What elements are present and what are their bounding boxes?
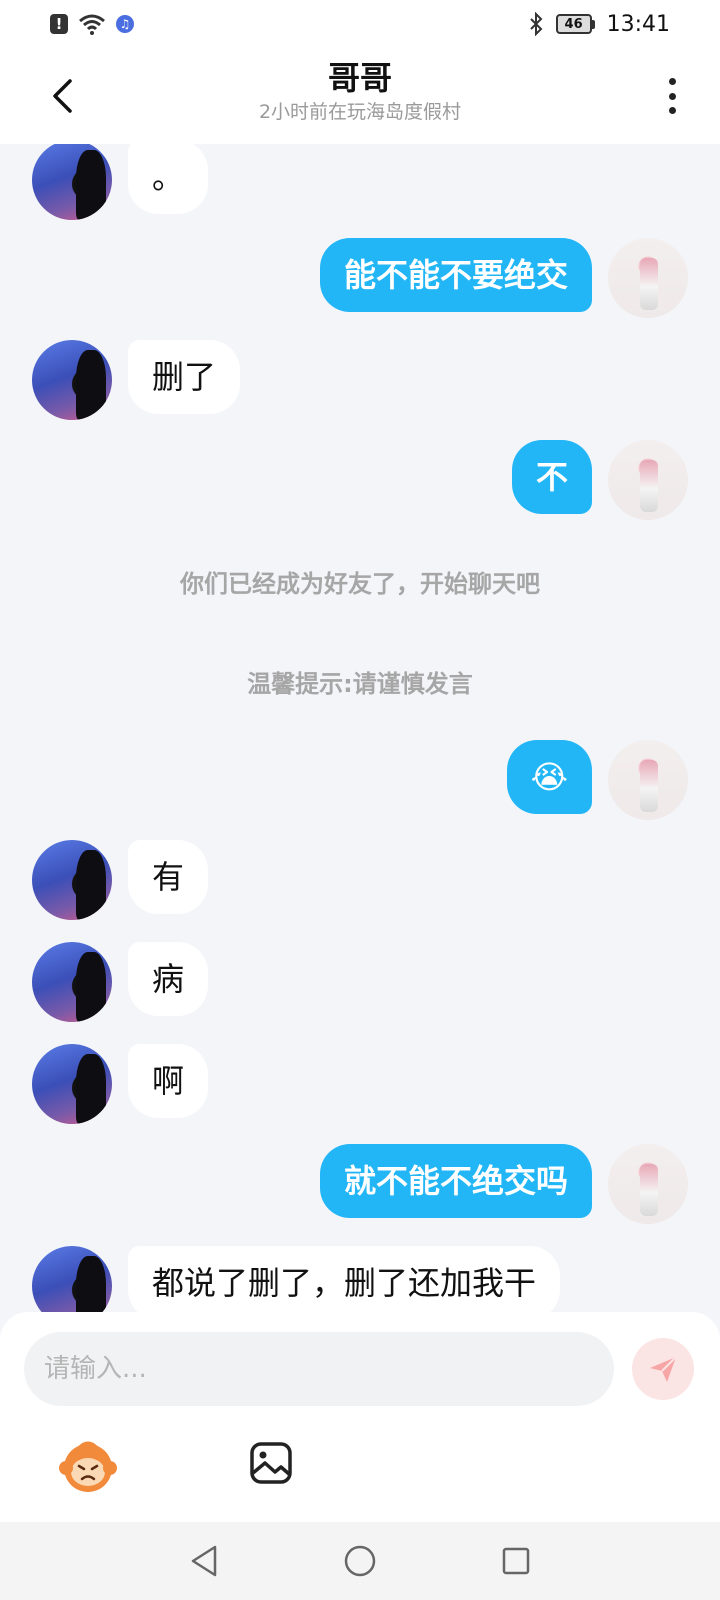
more-vertical-icon-dot	[668, 107, 676, 114]
triangle-back-icon	[191, 1545, 217, 1577]
contact-avatar[interactable]	[32, 840, 112, 920]
system-tip: 温馨提示:请谨慎发言	[247, 670, 473, 698]
image-picker-button[interactable]	[246, 1438, 296, 1488]
chevron-left-icon	[53, 79, 72, 113]
message-bubble[interactable]: 啊	[128, 1044, 209, 1118]
message-bubble[interactable]: 都说了删了，删了还加我干	[128, 1246, 561, 1312]
emoji-sticker-icon	[59, 1441, 117, 1492]
message-bubble[interactable]: 就不能不绝交吗	[319, 1144, 592, 1218]
send-icon	[650, 1356, 677, 1382]
nav-home-button[interactable]	[340, 1541, 380, 1581]
system-notice: 你们已经成为好友了，开始聊天吧	[180, 570, 540, 598]
my-avatar[interactable]	[608, 1144, 688, 1224]
contact-avatar[interactable]	[32, 340, 112, 420]
message-input[interactable]	[24, 1332, 614, 1406]
chat-header: 哥哥 2小时前在玩海岛度假村	[0, 48, 720, 144]
battery-tip	[591, 19, 595, 29]
message-outgoing: 就不能不绝交吗	[319, 1144, 688, 1224]
circle-home-icon	[344, 1545, 376, 1577]
contact-avatar[interactable]	[32, 1246, 112, 1312]
message-outgoing: 😭	[506, 740, 688, 820]
contact-avatar[interactable]	[32, 1044, 112, 1124]
battery-level: 46	[555, 14, 592, 34]
send-button[interactable]	[632, 1338, 694, 1400]
bluetooth-icon	[529, 12, 543, 36]
more-vertical-icon-dot	[668, 92, 676, 100]
message-outgoing: 能不能不要绝交	[319, 238, 688, 318]
chat-message-list[interactable]: 。 能不能不要绝交 删了 不 你们已经成为好友了，开始聊天吧 温馨提示:请谨慎发…	[0, 144, 720, 1312]
message-incoming: 都说了删了，删了还加我干	[32, 1246, 561, 1312]
message-bubble[interactable]: 。	[128, 144, 209, 214]
nav-recents-button[interactable]	[496, 1541, 536, 1581]
square-recents-icon	[502, 1547, 530, 1575]
message-incoming: 啊	[32, 1044, 209, 1124]
system-nav-bar	[0, 1522, 720, 1600]
message-bubble[interactable]: 删了	[128, 340, 241, 414]
contact-avatar[interactable]	[32, 144, 112, 220]
presence-status: 2小时前在玩海岛度假村	[258, 101, 462, 123]
composer	[0, 1312, 720, 1522]
back-button[interactable]	[40, 74, 84, 118]
more-options-button[interactable]	[654, 74, 690, 118]
clock: 13:41	[606, 11, 670, 37]
my-avatar[interactable]	[608, 440, 688, 520]
emoji-sticker-button[interactable]	[58, 1436, 118, 1496]
status-right: 46 13:41	[528, 12, 670, 37]
message-incoming: 有	[32, 840, 209, 920]
message-bubble[interactable]: 病	[128, 942, 209, 1016]
page-title: 哥哥	[327, 59, 392, 97]
music-icon: ♫	[116, 15, 134, 33]
message-bubble[interactable]: 😭	[506, 740, 592, 814]
contact-avatar[interactable]	[32, 942, 112, 1022]
more-vertical-icon	[668, 78, 676, 85]
title-block: 哥哥 2小时前在玩海岛度假村	[160, 58, 560, 126]
wifi-icon	[79, 14, 105, 35]
battery-icon: 46	[555, 14, 595, 34]
my-avatar[interactable]	[608, 740, 688, 820]
message-bubble[interactable]: 不	[511, 440, 592, 514]
status-left: ! ♫	[50, 13, 134, 35]
message-bubble[interactable]: 有	[128, 840, 209, 914]
nav-back-button[interactable]	[184, 1541, 224, 1581]
message-incoming: 。	[32, 144, 209, 220]
message-outgoing: 不	[511, 440, 688, 520]
status-bar: ! ♫ 46 13:41	[0, 0, 720, 48]
alert-icon: !	[50, 14, 68, 34]
my-avatar[interactable]	[608, 238, 688, 318]
image-icon	[250, 1442, 292, 1484]
message-incoming: 病	[32, 942, 209, 1022]
message-bubble[interactable]: 能不能不要绝交	[319, 238, 592, 312]
message-incoming: 删了	[32, 340, 241, 420]
